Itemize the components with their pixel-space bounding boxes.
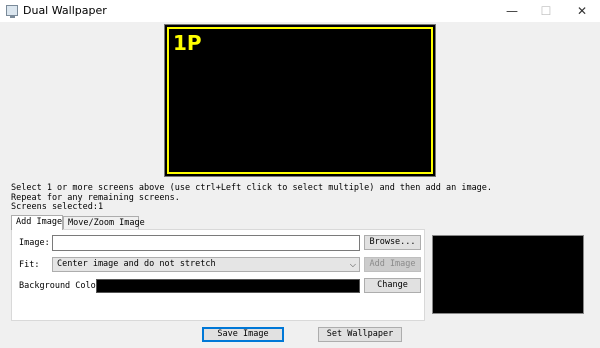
fit-select[interactable]: Center image and do not stretch ⌵ [52,257,360,272]
set-wallpaper-button[interactable]: Set Wallpaper [318,327,402,342]
background-color-swatch[interactable] [96,279,360,293]
minimize-button[interactable]: — [496,0,528,22]
close-button[interactable]: ✕ [566,0,598,22]
fit-label: Fit: [19,260,40,270]
chevron-down-icon: ⌵ [349,260,356,269]
window-title: Dual Wallpaper [23,4,107,17]
image-path-input[interactable] [52,235,360,251]
tab-move-zoom-image[interactable]: Move/Zoom Image [63,216,145,230]
image-label: Image: [19,238,50,248]
save-image-button[interactable]: Save Image [202,327,284,342]
image-thumbnail-preview [432,235,584,314]
background-color-label: Background Color: [19,281,106,291]
tab-add-image[interactable]: Add Image [11,215,63,230]
maximize-button[interactable]: ☐ [530,0,562,22]
screen-1-tile[interactable]: 1P [167,27,433,174]
add-image-button[interactable]: Add Image [364,257,421,272]
screen-preview: 1P [164,24,436,177]
instruction-line-1: Select 1 or more screens above (use ctrl… [11,183,493,193]
title-bar: Dual Wallpaper — ☐ ✕ [0,0,600,22]
screens-selected-text: Screens selected:1 [11,202,104,212]
fit-selected-value: Center image and do not stretch [57,259,216,269]
change-color-button[interactable]: Change [364,278,421,293]
browse-button[interactable]: Browse... [364,235,421,250]
screen-1-label: 1P [173,31,202,55]
monitor-icon [6,5,18,18]
